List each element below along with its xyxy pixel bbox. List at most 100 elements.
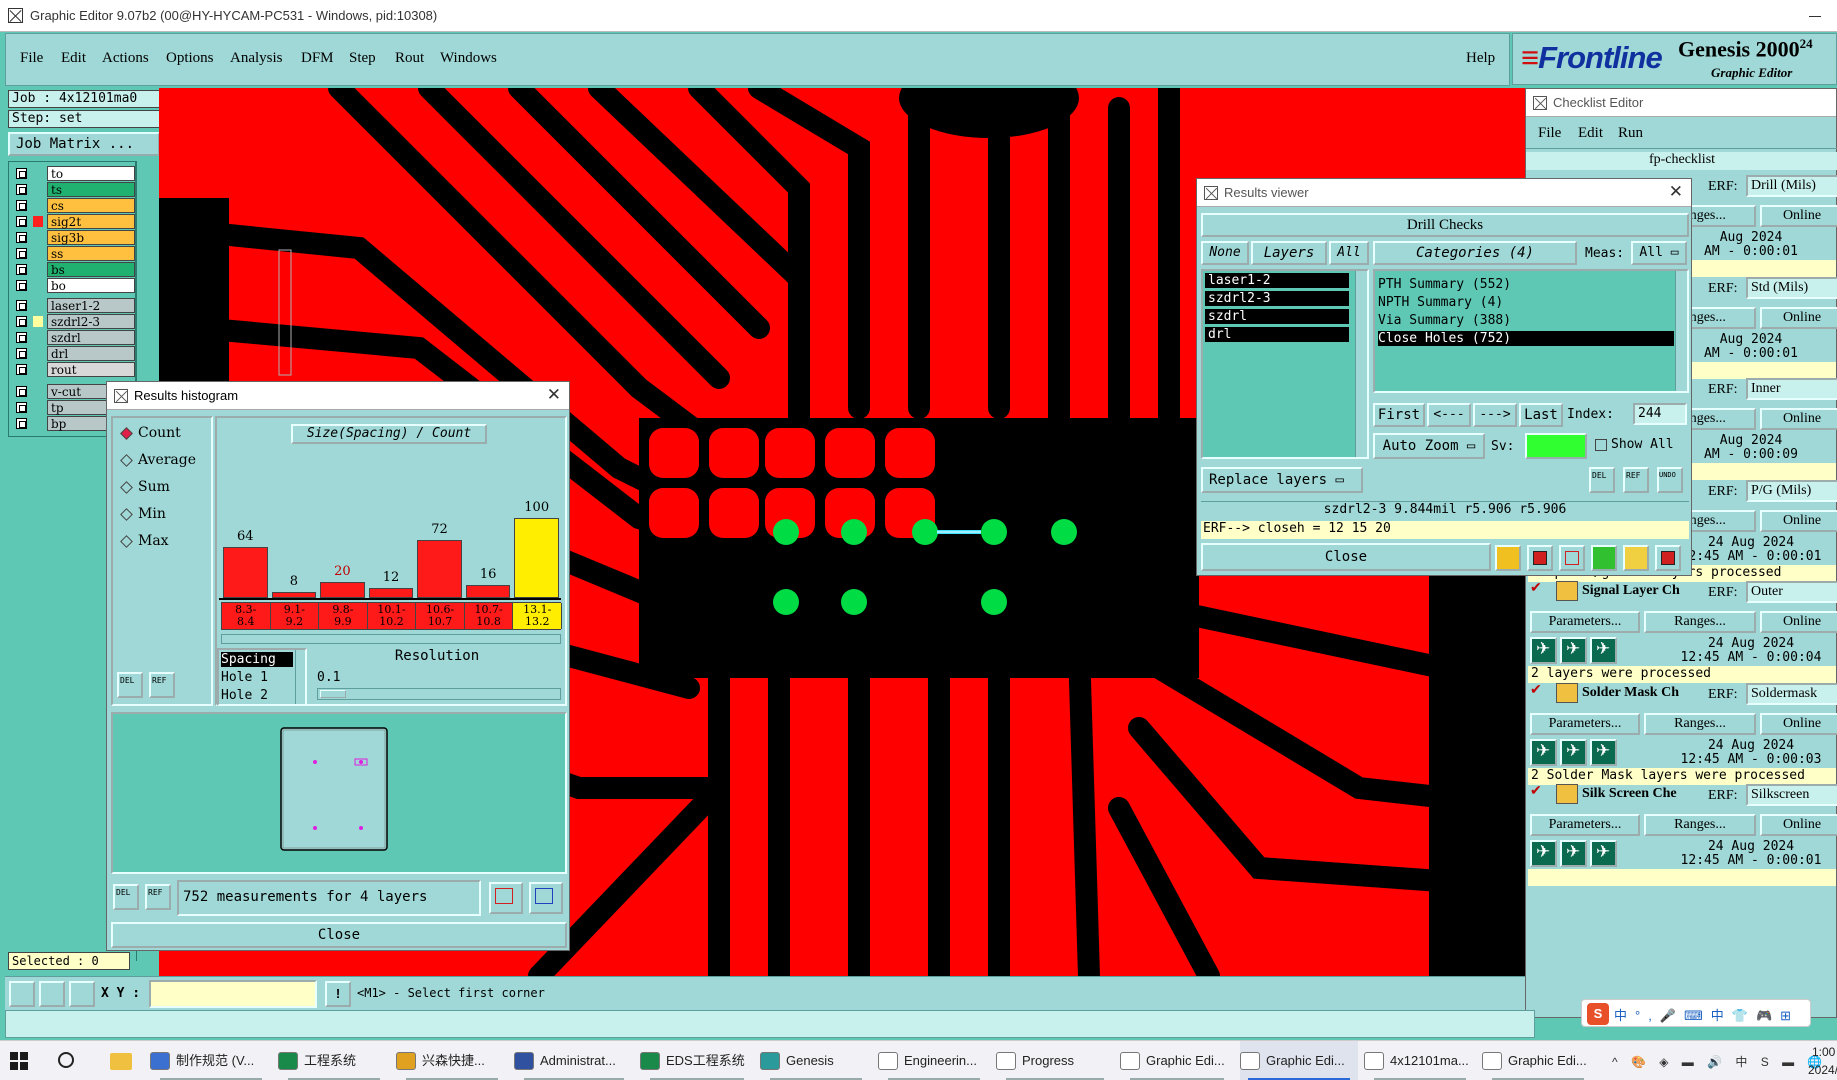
close-icon[interactable]: ✕ [1669, 182, 1683, 202]
run-icon[interactable] [1590, 738, 1617, 766]
file-explorer-icon[interactable] [110, 1053, 132, 1070]
preview-ref-icon[interactable]: REF [145, 884, 171, 910]
layer-row-laser1-2[interactable]: laser1-2 [9, 298, 137, 314]
show-all-checkbox[interactable] [1595, 439, 1607, 451]
menu-dfm[interactable]: DFM [301, 50, 334, 67]
clock-time[interactable]: 1:00 [1812, 1045, 1835, 1059]
next-button[interactable]: ---> [1473, 403, 1517, 427]
histogram-range-cell[interactable]: 9.8- 9.9 [319, 603, 368, 629]
prev-button[interactable]: <--- [1427, 403, 1471, 427]
run-icon[interactable] [1530, 840, 1557, 867]
taskbar-item[interactable]: Genesis [760, 1041, 872, 1080]
histogram-bar[interactable] [514, 518, 559, 598]
run-icon[interactable] [1530, 637, 1557, 664]
checklist-menu-run[interactable]: Run [1618, 125, 1643, 142]
run-icon[interactable] [1560, 738, 1587, 766]
histogram-bar[interactable] [368, 588, 414, 598]
layer-row-cs[interactable]: cs [9, 198, 137, 214]
online-button[interactable]: Online [1760, 814, 1837, 836]
minimize-icon[interactable] [1809, 16, 1821, 17]
job-matrix-button[interactable]: Job Matrix ... [8, 132, 160, 156]
online-button[interactable]: Online [1760, 408, 1837, 430]
histogram-icon[interactable] [1655, 545, 1681, 571]
close-icon[interactable]: ✕ [547, 385, 561, 405]
histogram-close-button[interactable]: Close [111, 922, 567, 948]
menu-file[interactable]: File [20, 50, 43, 67]
menu-options[interactable]: Options [166, 50, 214, 67]
mode-min[interactable]: Min [120, 505, 200, 525]
histogram-range-cell[interactable]: 10.1- 10.2 [367, 603, 417, 629]
ime-logo-icon[interactable]: S [1587, 1003, 1609, 1025]
taskbar-item[interactable]: Engineerin... [878, 1041, 990, 1080]
parameters-button[interactable]: Parameters... [1530, 712, 1640, 735]
online-button[interactable]: Online [1760, 712, 1837, 735]
layer-checkbox[interactable] [16, 248, 27, 259]
layer-checkbox[interactable] [16, 200, 27, 211]
check-mark-icon[interactable]: ✔ [1530, 579, 1552, 601]
run-icon[interactable] [1590, 840, 1617, 867]
layer-checkbox[interactable] [16, 418, 27, 429]
histogram-range-cell[interactable]: 8.3- 8.4 [222, 603, 271, 629]
layer-checkbox[interactable] [16, 168, 27, 179]
histogram-scrollbar[interactable] [221, 634, 561, 644]
histogram-range-cell[interactable]: 13.1- 13.2 [513, 603, 562, 629]
xy-input[interactable] [149, 980, 317, 1008]
taskbar-item[interactable]: 制作规范 (V... [150, 1041, 272, 1080]
exclamation-button[interactable]: ! [325, 981, 351, 1007]
category-npth-summary[interactable]: NPTH Summary (4) [1378, 295, 1674, 310]
measure-hole-2[interactable]: Hole 2 [221, 688, 268, 703]
results-layer-drl[interactable]: drl [1205, 327, 1349, 342]
meas-dropdown[interactable]: All ▭ [1631, 241, 1687, 265]
erf-field[interactable]: Outer [1746, 581, 1837, 603]
layer-row-ss[interactable]: ss [9, 246, 137, 262]
erf-field[interactable]: Drill (Mils) [1746, 175, 1837, 197]
layer-row-bo[interactable]: bo [9, 278, 137, 294]
layer-row-bs[interactable]: bs [9, 262, 137, 278]
zoom-in-icon[interactable] [489, 882, 523, 914]
run-icon[interactable] [1560, 637, 1587, 664]
erf-field[interactable]: Silkscreen [1746, 784, 1837, 806]
layer-row-drl[interactable]: drl [9, 346, 137, 362]
first-button[interactable]: First [1373, 403, 1425, 427]
results-layer-list[interactable]: laser1-2 szdrl2-3 szdrl drl [1201, 269, 1369, 459]
category-pth-summary[interactable]: PTH Summary (552) [1378, 277, 1674, 292]
mode-max[interactable]: Max [120, 532, 200, 552]
layer-row-szdrl[interactable]: szdrl [9, 330, 137, 346]
histogram-bar[interactable] [320, 582, 365, 598]
layer-checkbox[interactable] [16, 364, 27, 375]
categories-scrollbar[interactable] [1675, 271, 1687, 391]
auto-zoom-dropdown[interactable]: Auto Zoom ▭ [1373, 433, 1485, 459]
mode-sum[interactable]: Sum [120, 478, 200, 498]
layer-row-to[interactable]: to [9, 166, 137, 182]
layer-checkbox[interactable] [16, 386, 27, 397]
mode-count[interactable]: Count [120, 424, 200, 444]
check-mark-icon[interactable]: ✔ [1530, 681, 1552, 703]
histogram-bar[interactable] [465, 585, 511, 598]
measure-hole-1[interactable]: Hole 1 [221, 670, 268, 685]
menu-edit[interactable]: Edit [61, 50, 86, 67]
layer-checkbox[interactable] [16, 184, 27, 195]
taskbar-item[interactable]: Progress [996, 1041, 1114, 1080]
online-button[interactable]: Online [1760, 205, 1837, 227]
menu-actions[interactable]: Actions [102, 50, 149, 67]
erf-field[interactable]: Soldermask [1746, 682, 1837, 705]
measure-list[interactable]: Spacing Hole 1 Hole 2 [217, 648, 307, 706]
layer-checkbox[interactable] [16, 348, 27, 359]
taskbar-item[interactable]: Graphic Edi... [1240, 1041, 1358, 1080]
measure-spacing[interactable]: Spacing [221, 652, 293, 667]
toolbar-icon-4[interactable] [1591, 545, 1617, 571]
layer-checkbox[interactable] [16, 300, 27, 311]
histogram-bar[interactable] [223, 546, 268, 598]
results-layer-laser1-2[interactable]: laser1-2 [1205, 273, 1349, 288]
ranges-button[interactable]: Ranges... [1644, 814, 1756, 836]
layer-checkbox[interactable] [16, 402, 27, 413]
system-tray[interactable]: ^ 🎨 ◈ ▬ 🔊 中 S ▬ 🌐 [1612, 1053, 1827, 1070]
checklist-menu-file[interactable]: File [1538, 125, 1561, 142]
ranges-button[interactable]: Ranges... [1644, 611, 1756, 633]
ime-buttons[interactable]: 中°,🎤⌨中👕🎮⊞ [1614, 1005, 1799, 1024]
preview-del-icon[interactable]: DEL [113, 884, 139, 910]
sv-color-dropdown[interactable] [1525, 433, 1587, 459]
check-mark-icon[interactable]: ✔ [1530, 782, 1552, 804]
search-icon[interactable] [58, 1052, 74, 1068]
toolbar-icon-2[interactable] [1527, 545, 1553, 571]
